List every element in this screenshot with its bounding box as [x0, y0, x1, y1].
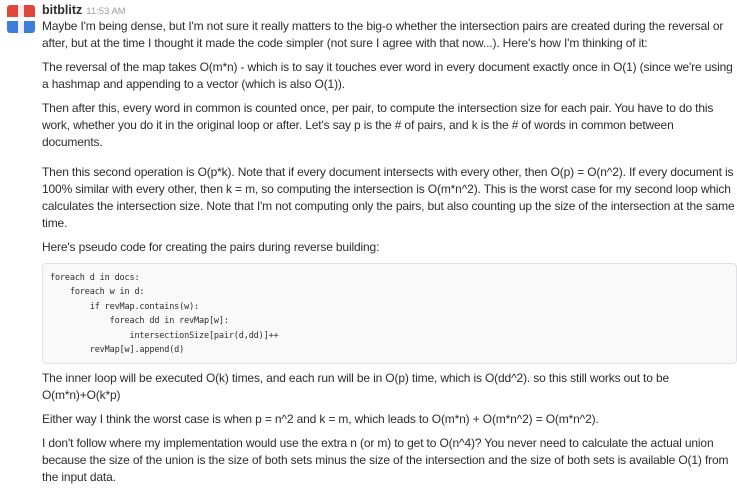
code-line: foreach w in d: [50, 287, 145, 298]
avatar[interactable] [7, 5, 35, 33]
code-line: if revMap.contains(w): [50, 301, 200, 312]
avatar-image [7, 5, 35, 33]
chat-message: bitblitz 11:53 AM Maybe I'm being dense, … [0, 0, 737, 484]
message-body: Maybe I'm being dense, but I'm not sure … [42, 18, 737, 493]
message-paragraph: Either way I think the worst case is whe… [42, 412, 599, 427]
code-line: intersectionSize[pair(d,dd)]++ [50, 330, 279, 341]
message-paragraph: The inner loop will be executed O(k) tim… [42, 371, 669, 403]
code-line: revMap[w].append(d) [50, 345, 185, 356]
message-paragraph: Maybe I'm being dense, but I'm not sure … [42, 19, 724, 50]
message-paragraph: Here's pseudo code for creating the pair… [42, 240, 380, 254]
message-paragraph: Then this second operation is O(p*k). No… [42, 165, 735, 230]
code-line: foreach dd in revMap[w]: [50, 316, 229, 327]
code-block: foreach d in docs: foreach w in d: if re… [42, 263, 737, 365]
message-paragraph: I don't follow where my implementation w… [42, 436, 729, 485]
message-header: bitblitz 11:53 AM [42, 2, 126, 18]
message-timestamp[interactable]: 11:53 AM [86, 6, 125, 17]
code-line: foreach d in docs: [50, 273, 140, 283]
message-paragraph: The reversal of the map takes O(m*n) - w… [42, 60, 733, 91]
author-name[interactable]: bitblitz [42, 3, 82, 17]
message-paragraph: Then after this, every word in common is… [42, 101, 714, 149]
